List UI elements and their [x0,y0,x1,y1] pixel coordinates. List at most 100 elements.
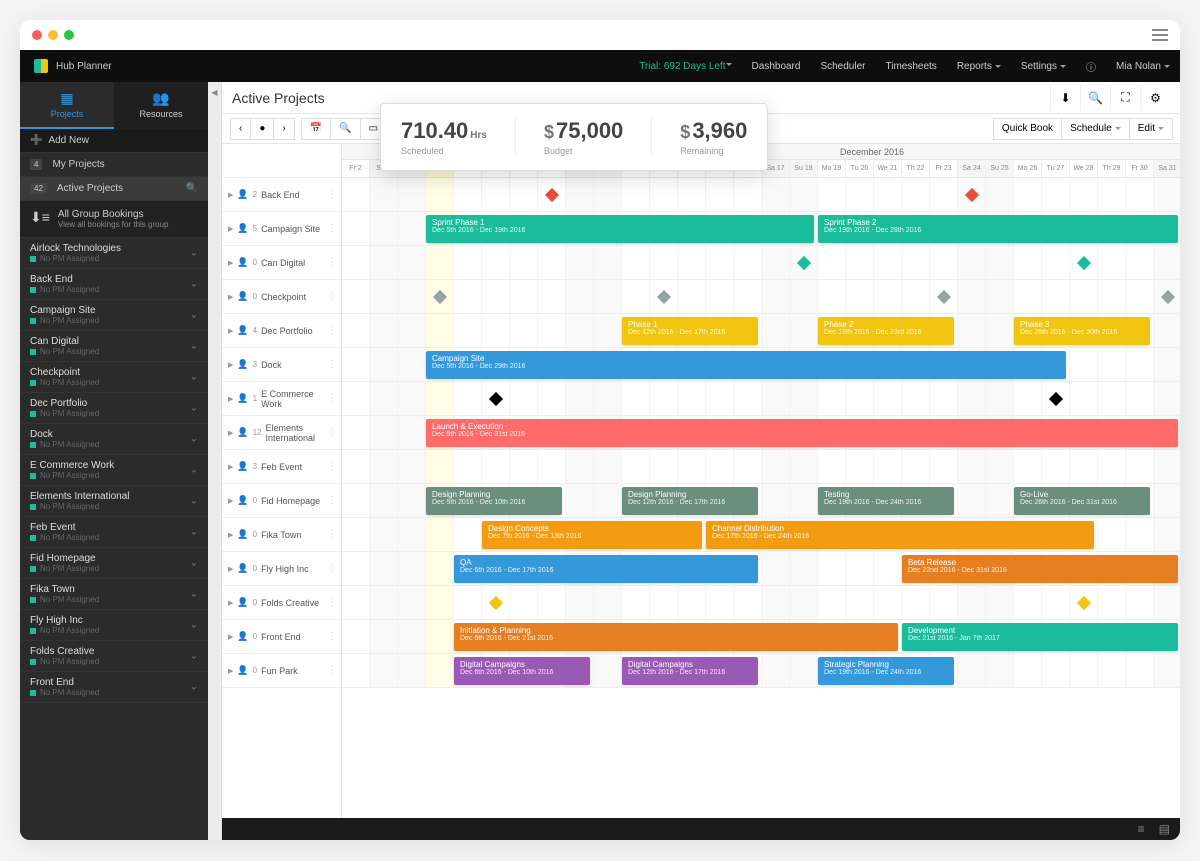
row-label[interactable]: ▶👤0Folds Creative⋮ [222,586,341,620]
row-label[interactable]: ▶👤3Feb Event⋮ [222,450,341,484]
sidebar-project[interactable]: Can DigitalNo PM Assigned⌄ [20,331,208,362]
today-button[interactable]: ● [250,118,274,140]
gear-icon[interactable]: ⚙ [1140,85,1170,111]
gantt-bar[interactable]: Go-LiveDec 26th 2016 - Dec 31st 2016 [1014,487,1150,515]
drag-icon[interactable]: ⋮ [327,257,337,268]
nav-dashboard[interactable]: Dashboard [742,50,811,82]
chevron-down-icon[interactable]: ⌄ [190,651,198,662]
search-icon[interactable]: 🔍 [1080,85,1110,111]
drag-icon[interactable]: ⋮ [327,495,337,506]
search-icon[interactable]: 🔍 [186,183,198,194]
gantt-bar[interactable]: Design PlanningDec 12th 2016 - Dec 17th … [622,487,758,515]
gantt-bar[interactable]: DevelopmentDec 21st 2016 - Jan 7th 2017 [902,623,1178,651]
gantt-bar[interactable]: Campaign SiteDec 5th 2016 - Dec 29th 201… [426,351,1066,379]
row-label[interactable]: ▶👤12Elements International⋮ [222,416,341,450]
sidebar-my-projects[interactable]: 4My Projects [20,153,208,177]
drag-icon[interactable]: ⋮ [327,291,337,302]
gantt-bar[interactable]: Sprint Phase 2Dec 19th 2016 - Dec 28th 2… [818,215,1178,243]
chevron-down-icon[interactable]: ⌄ [190,434,198,445]
chevron-down-icon[interactable]: ⌄ [190,403,198,414]
drag-icon[interactable]: ⋮ [327,189,337,200]
sidebar-project[interactable]: Airlock TechnologiesNo PM Assigned⌄ [20,238,208,269]
sidebar-project[interactable]: E Commerce WorkNo PM Assigned⌄ [20,455,208,486]
gantt-bar[interactable]: Beta ReleaseDec 22nd 2016 - Dec 31st 201… [902,555,1178,583]
row-label[interactable]: ▶👤2Back End⋮ [222,178,341,212]
sidebar-project[interactable]: Front EndNo PM Assigned⌄ [20,672,208,703]
sidebar-project[interactable]: Fly High IncNo PM Assigned⌄ [20,610,208,641]
edit-dropdown[interactable]: Edit [1129,118,1173,140]
gantt-bar[interactable]: Design ConceptsDec 7th 2016 - Dec 13th 2… [482,521,702,549]
sidebar-tab-resources[interactable]: 👥Resources [114,82,208,129]
zoom-dot[interactable] [64,30,74,40]
sidebar-project[interactable]: Fid HomepageNo PM Assigned⌄ [20,548,208,579]
nav-reports[interactable]: Reports [947,50,1011,82]
row-label[interactable]: ▶👤3Dock⋮ [222,348,341,382]
gantt-bar[interactable]: Launch & ExecutionDec 5th 2016 - Dec 31s… [426,419,1178,447]
close-dot[interactable] [32,30,42,40]
next-button[interactable]: › [273,118,294,140]
sidebar-active-projects[interactable]: 42Active Projects🔍 [20,177,208,201]
row-label[interactable]: ▶👤0Fid Homepage⋮ [222,484,341,518]
sidebar-project[interactable]: CheckpointNo PM Assigned⌄ [20,362,208,393]
chevron-down-icon[interactable]: ⌄ [190,279,198,290]
prev-button[interactable]: ‹ [230,118,251,140]
chevron-down-icon[interactable]: ⌄ [190,682,198,693]
gantt-bar[interactable]: Phase 3Dec 26th 2016 - Dec 30th 2016 [1014,317,1150,345]
gantt-bar[interactable]: QADec 6th 2016 - Dec 17th 2016 [454,555,758,583]
chevron-down-icon[interactable]: ⌄ [190,372,198,383]
info-icon[interactable]: ⓘ [1076,50,1106,82]
sidebar-group-bookings[interactable]: ⬇≡ All Group BookingsView all bookings f… [20,201,208,238]
drag-icon[interactable]: ⋮ [327,359,337,370]
list-view-icon[interactable]: ≡ [1138,822,1145,836]
drag-icon[interactable]: ⋮ [327,325,337,336]
nav-settings[interactable]: Settings [1011,50,1076,82]
row-label[interactable]: ▶👤0Fly High Inc⋮ [222,552,341,586]
nav-scheduler[interactable]: Scheduler [810,50,875,82]
gantt-bar[interactable]: Design PlanningDec 5th 2016 - Dec 10th 2… [426,487,562,515]
row-label[interactable]: ▶👤0Fun Park⋮ [222,654,341,688]
calendar-button[interactable]: 📅 [301,118,331,140]
sidebar-project[interactable]: Back EndNo PM Assigned⌄ [20,269,208,300]
doc-view-icon[interactable]: ▤ [1159,822,1170,836]
drag-icon[interactable]: ⋮ [327,529,337,540]
drag-icon[interactable]: ⋮ [327,461,337,472]
hamburger-icon[interactable] [1152,29,1168,41]
chevron-down-icon[interactable]: ⌄ [190,341,198,352]
sidebar-project[interactable]: Campaign SiteNo PM Assigned⌄ [20,300,208,331]
download-icon[interactable]: ⬇ [1050,85,1080,111]
timeline[interactable]: December 2016 Fr 2Sa 3Su 4Mo 5Tu 6We 7Th… [342,144,1180,818]
chevron-down-icon[interactable]: ⌄ [190,310,198,321]
app-logo[interactable]: Hub Planner [20,59,126,73]
drag-icon[interactable]: ⋮ [327,665,337,676]
row-label[interactable]: ▶👤1E Commerce Work⋮ [222,382,341,416]
gantt-bar[interactable]: Digital CampaignsDec 6th 2016 - Dec 10th… [454,657,590,685]
sidebar-project[interactable]: DockNo PM Assigned⌄ [20,424,208,455]
row-label[interactable]: ▶👤5Campaign Site⋮ [222,212,341,246]
gantt-bar[interactable]: Sprint Phase 1Dec 5th 2016 - Dec 19th 20… [426,215,814,243]
sidebar-project[interactable]: Feb EventNo PM Assigned⌄ [20,517,208,548]
zoom-button[interactable]: 🔍 [330,118,360,140]
schedule-dropdown[interactable]: Schedule [1061,118,1130,140]
sidebar-project[interactable]: Elements InternationalNo PM Assigned⌄ [20,486,208,517]
drag-icon[interactable]: ⋮ [327,563,337,574]
chevron-down-icon[interactable]: ⌄ [190,465,198,476]
gantt-bar[interactable]: Strategic PlanningDec 19th 2016 - Dec 24… [818,657,954,685]
drag-icon[interactable]: ⋮ [327,597,337,608]
drag-icon[interactable]: ⋮ [327,427,337,438]
expand-icon[interactable]: ⛶ [1110,85,1140,111]
chevron-down-icon[interactable]: ⌄ [190,620,198,631]
drag-icon[interactable]: ⋮ [327,393,337,404]
chevron-down-icon[interactable]: ⌄ [190,527,198,538]
sidebar-project[interactable]: Folds CreativeNo PM Assigned⌄ [20,641,208,672]
sidebar-tab-projects[interactable]: ▦Projects [20,82,114,129]
chevron-down-icon[interactable]: ⌄ [190,248,198,259]
row-label[interactable]: ▶👤0Can Digital⋮ [222,246,341,280]
quick-book-button[interactable]: Quick Book [993,118,1062,140]
drag-icon[interactable]: ⋮ [327,223,337,234]
sidebar-add-new[interactable]: ➕Add New [20,129,208,153]
minimize-dot[interactable] [48,30,58,40]
gantt-bar[interactable]: Phase 2Dec 19th 2016 - Dec 23rd 2016 [818,317,954,345]
row-label[interactable]: ▶👤0Checkpoint⋮ [222,280,341,314]
gantt-bar[interactable]: TestingDec 19th 2016 - Dec 24th 2016 [818,487,954,515]
gantt-bar[interactable]: Phase 1Dec 12th 2016 - Dec 17th 2016 [622,317,758,345]
